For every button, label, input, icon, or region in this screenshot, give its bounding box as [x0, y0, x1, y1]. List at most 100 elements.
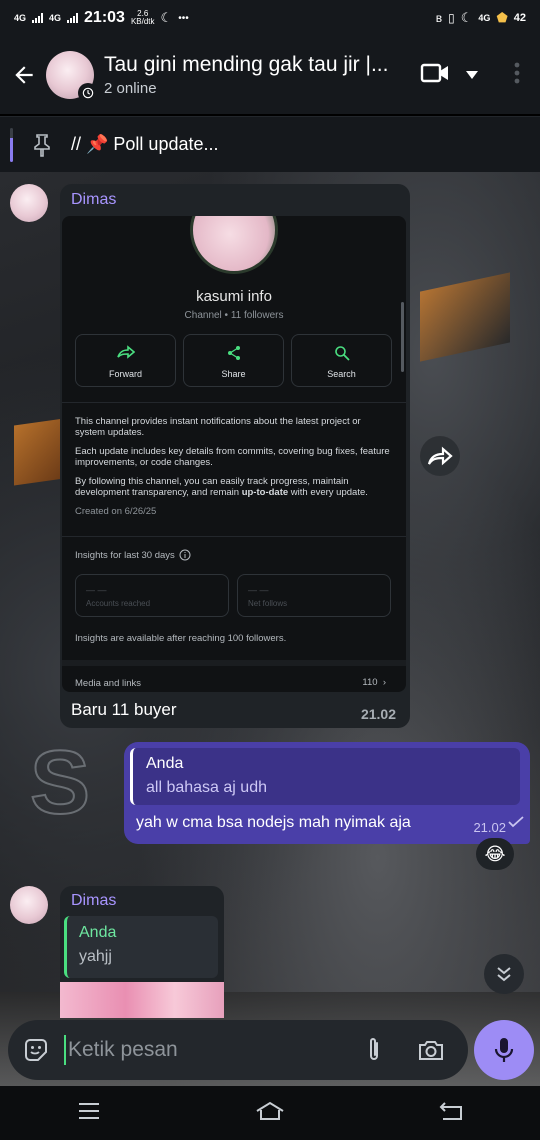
bluetooth-icon: ʙ [435, 11, 443, 25]
pinned-message-bar[interactable]: // 📌 Poll update... [0, 116, 540, 172]
return-icon [439, 1101, 462, 1120]
group-avatar[interactable] [46, 51, 98, 103]
paperclip-icon [370, 1038, 378, 1060]
signal-icon [32, 13, 44, 23]
battery-icon: ⬟ [496, 10, 508, 25]
back-button[interactable] [2, 53, 46, 97]
quote-text: all bahasa aj udh [146, 779, 267, 796]
description-paragraph-2: Each update includes key details from co… [75, 446, 390, 468]
arrow-left-icon [15, 66, 33, 84]
camera-button[interactable] [416, 1038, 446, 1062]
system-navigation-bar [0, 1086, 540, 1140]
timer-icon [78, 83, 98, 103]
share-arrow-icon [427, 446, 453, 466]
message-caption: Baru 11 buyer [71, 700, 177, 719]
home-nav-button[interactable] [255, 1101, 285, 1126]
microphone-icon [494, 1038, 514, 1062]
description-paragraph-3: By following this channel, you can easil… [75, 476, 368, 498]
message-composer [8, 1020, 468, 1080]
reply-quote-2[interactable]: Anda yahjj [64, 916, 218, 978]
divider [62, 402, 406, 403]
divider-2 [62, 536, 406, 537]
channel-description: This channel provides instant notificati… [75, 416, 391, 525]
network-speed: 2.6 KB/dtk [130, 9, 155, 26]
search-button: Search [291, 334, 392, 387]
share-label: Share [221, 369, 246, 379]
more-options-button[interactable] [514, 62, 520, 89]
reply-quote[interactable]: Anda all bahasa aj udh [130, 748, 520, 805]
clock: 21:03 [84, 9, 125, 26]
network-type-2: 4G [49, 13, 62, 23]
media-heading: Media and links [75, 678, 142, 689]
attach-button[interactable] [360, 1036, 388, 1064]
kebab-menu-icon [514, 62, 520, 83]
media-count: 110 › [362, 677, 386, 688]
status-bar: 4G 4G 21:03 2.6 KB/dtk ☾ ••• ʙ ▯ ☾ 4G ⬟ 4… [0, 0, 540, 36]
signal-icon-2 [67, 13, 79, 23]
outgoing-message[interactable]: Anda all bahasa aj udh yah w cma bsa nod… [124, 742, 530, 844]
online-count: 2 online [104, 80, 157, 97]
channel-avatar [190, 216, 278, 274]
chat-header: Tau gini mending gak tau jir |... 2 onli… [0, 36, 540, 114]
info-icon [179, 549, 191, 561]
sender-avatar-2[interactable] [10, 886, 48, 924]
divider-3 [62, 660, 406, 666]
insights-note: Insights are available after reaching 10… [75, 633, 287, 644]
quote-sender: Anda [146, 755, 184, 772]
wallpaper-shape-2 [420, 272, 510, 362]
emoji-button[interactable] [22, 1036, 50, 1064]
chat-title: Tau gini mending gak tau jir |... [104, 53, 389, 76]
chat-area[interactable]: S Dimas kasumi info Channel • 11 followe… [0, 172, 540, 1086]
attached-screenshot[interactable]: kasumi info Channel • 11 followers Forwa… [62, 216, 406, 692]
message-text: yah w cma bsa nodejs mah nyimak aja [136, 814, 411, 831]
video-camera-icon [420, 63, 448, 82]
caret-down-icon [466, 71, 478, 79]
channel-name: kasumi info [196, 288, 272, 305]
pin-icon[interactable] [27, 133, 57, 157]
share-icon [227, 346, 240, 360]
forward-message-button[interactable] [420, 436, 460, 476]
checkmark-icon [508, 816, 524, 828]
incoming-message[interactable]: Dimas kasumi info Channel • 11 followers… [60, 184, 410, 728]
menu-nav-button[interactable] [77, 1102, 101, 1125]
sender-name[interactable]: Dimas [71, 191, 116, 209]
message-image[interactable] [60, 982, 224, 1018]
reaction-badge[interactable]: 😂 [476, 838, 514, 870]
camera-icon [419, 1041, 443, 1060]
network-type-3: 4G [478, 13, 491, 23]
quote-text-2: yahjj [79, 948, 112, 965]
insights-heading: Insights for last 30 days [75, 549, 191, 561]
video-call-button[interactable] [420, 62, 450, 89]
sender-name-2[interactable]: Dimas [71, 892, 116, 910]
double-chevron-down-icon [497, 967, 511, 982]
sticker-icon [25, 1039, 47, 1061]
vibrate-icon: ▯ [448, 11, 455, 25]
channel-meta: Channel • 11 followers [184, 310, 284, 321]
net-follows-box: — — Net follows [237, 574, 391, 617]
home-icon [256, 1101, 284, 1120]
message-time: 21.02 [360, 706, 396, 722]
title-block[interactable]: Tau gini mending gak tau jir |... 2 onli… [104, 53, 414, 97]
sender-avatar[interactable] [10, 184, 48, 222]
wallpaper-letters: S [29, 732, 91, 834]
network-type-1: 4G [14, 13, 27, 23]
forward-button: Forward [75, 334, 176, 387]
created-date: Created on 6/26/25 [75, 506, 157, 517]
back-nav-button[interactable] [439, 1101, 463, 1126]
forward-icon [116, 345, 135, 359]
message-input[interactable] [64, 1035, 354, 1065]
scroll-to-bottom-button[interactable] [484, 954, 524, 994]
accounts-reached-box: — — Accounts reached [75, 574, 229, 617]
wallpaper-shape [14, 418, 64, 486]
forward-label: Forward [108, 369, 142, 379]
battery-level: 42 [513, 12, 526, 24]
hamburger-icon [79, 1102, 99, 1119]
moon-icon: ☾ [160, 10, 173, 25]
pinned-text: // 📌 Poll update... [71, 134, 219, 154]
call-dropdown-button[interactable] [466, 66, 478, 84]
pinned-indicator [10, 127, 13, 162]
search-label: Search [327, 369, 356, 379]
voice-record-button[interactable] [474, 1020, 534, 1080]
scrollbar [401, 302, 404, 372]
incoming-message-2[interactable]: Dimas Anda yahjj [60, 886, 224, 1018]
